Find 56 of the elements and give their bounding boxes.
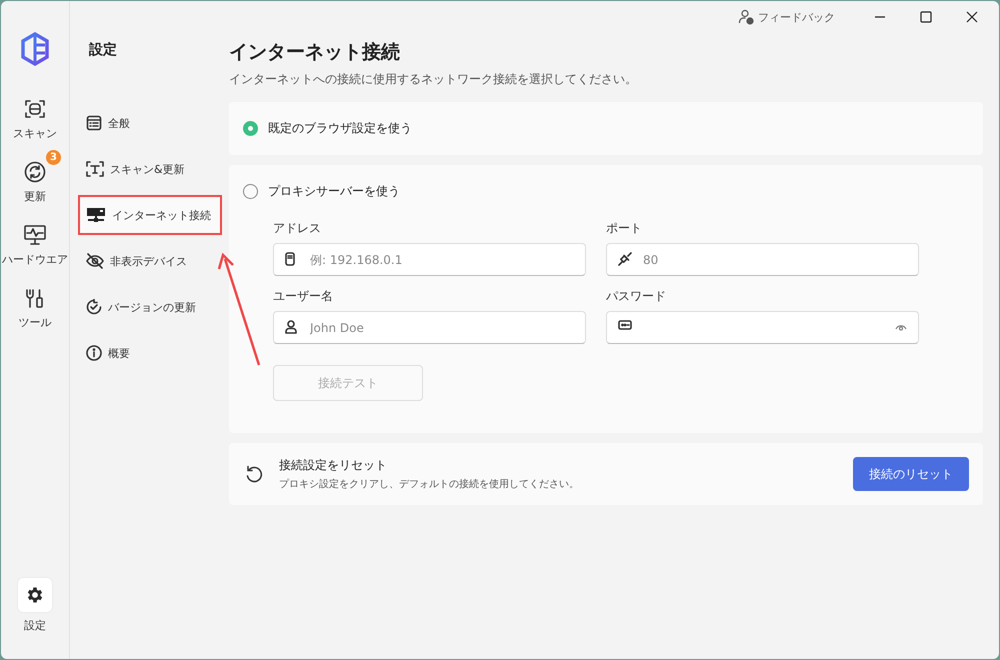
sidebar-item[interactable]: 全般 (78, 103, 222, 143)
settings-label: 設定 (24, 618, 46, 633)
password-icon (618, 320, 632, 330)
reset-description: プロキシ設定をクリアし、デフォルトの接続を使用してください。 (279, 478, 580, 491)
nav-label: 更新 (24, 189, 46, 204)
radio-label: プロキシサーバーを使う (268, 183, 400, 200)
plug-icon (618, 252, 632, 266)
radio-button[interactable] (243, 184, 258, 199)
rail-nav-item[interactable]: ハードウエア (4, 212, 66, 271)
user-icon (285, 320, 297, 334)
field-label: ポート (606, 220, 643, 237)
monitor-icon (23, 224, 47, 246)
gear-icon (25, 585, 45, 605)
app-logo (20, 32, 50, 66)
sidebar-item[interactable]: バージョンの更新 (78, 287, 222, 327)
page-subtitle: インターネットへの接続に使用するネットワーク接続を選択してください。 (229, 71, 638, 88)
scan-icon (24, 98, 46, 120)
list-icon (86, 115, 102, 131)
undo-icon (245, 465, 263, 483)
sidebar-item[interactable]: 概要 (78, 333, 222, 373)
field-label: ユーザー名 (273, 288, 334, 305)
tools-icon (24, 287, 46, 309)
feedback-button[interactable]: フィードバック (738, 9, 835, 25)
nav-label: ハードウエア (2, 252, 68, 267)
eye-slash-icon (86, 253, 104, 269)
refresh-check-icon (86, 299, 102, 315)
info-icon (86, 345, 102, 361)
field-label: アドレス (273, 220, 322, 237)
sidebar-title: 設定 (89, 41, 118, 59)
rail-nav-item[interactable]: スキャン (4, 86, 66, 145)
input-field[interactable]: 80 (606, 243, 919, 276)
count-badge: 3 (46, 150, 61, 165)
field-label: パスワード (606, 288, 667, 305)
radio-button[interactable] (243, 121, 258, 136)
refresh-icon (24, 161, 46, 183)
maximize-icon (920, 11, 932, 23)
sidebar-item[interactable]: インターネット接続 (78, 195, 222, 235)
rail-nav-item[interactable]: 3 更新 (4, 149, 66, 208)
radio-label: 既定のブラウザ設定を使う (268, 120, 412, 137)
close-icon (966, 11, 978, 23)
input-field[interactable]: 例: 192.168.0.1 (273, 243, 586, 276)
reset-title: 接続設定をリセット (279, 457, 388, 474)
nav-label: スキャン (13, 126, 57, 141)
network-icon (86, 207, 106, 223)
sidebar-item[interactable]: 非表示デバイス (78, 241, 222, 281)
user-icon (738, 9, 754, 25)
text-icon (86, 161, 104, 177)
sidebar-item[interactable]: スキャン&更新 (78, 149, 222, 189)
reset-connection-button[interactable]: 接続のリセット (853, 457, 969, 491)
settings-button[interactable] (18, 578, 52, 612)
phone-icon (285, 252, 295, 266)
page-title: インターネット接続 (229, 40, 401, 65)
rail-nav-item[interactable]: ツール (4, 275, 66, 334)
password-field[interactable] (606, 311, 919, 344)
nav-label: ツール (18, 315, 52, 330)
eye-icon[interactable] (895, 323, 907, 331)
